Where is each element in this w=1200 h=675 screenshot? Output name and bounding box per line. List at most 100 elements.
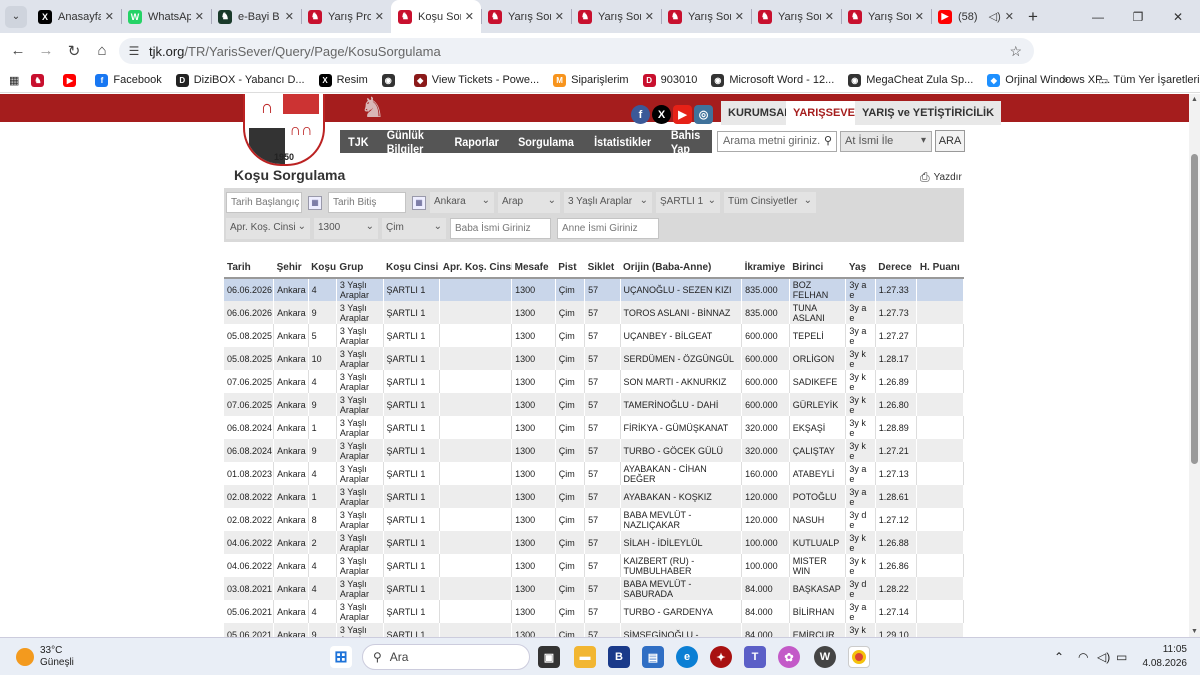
scroll-down-icon[interactable]: ▼ <box>1191 628 1198 635</box>
chrome-icon[interactable] <box>848 646 870 668</box>
wifi-icon[interactable]: ◠ <box>1078 650 1088 664</box>
app-b-icon[interactable]: B <box>608 646 630 668</box>
browser-tab[interactable]: ♞ Yarış Sor ✕ <box>661 0 751 33</box>
table-row[interactable]: 03.08.2021 Ankara 4 3 Yaşlı Araplar ŞARTLI 1… <box>224 577 964 600</box>
scrollbar-thumb[interactable] <box>1191 154 1198 464</box>
bookmark-item[interactable]: ♞ <box>31 73 49 87</box>
bookmark-item[interactable]: ◉ MegaCheat Zula Sp... <box>848 73 973 87</box>
column-header[interactable]: Şehir <box>273 258 309 279</box>
group-select[interactable]: 3 Yaşlı Araplar ⌄ <box>564 192 652 213</box>
reload-button[interactable]: ↻ <box>60 42 88 60</box>
browser-tab[interactable]: ♞ Yarış Sor ✕ <box>751 0 841 33</box>
table-row[interactable]: 05.06.2021Ankara93 Yaşlı AraplarŞARTLI 1… <box>224 623 964 637</box>
bookmark-item[interactable]: X Resim <box>318 73 368 87</box>
date-start-input[interactable]: Tarih Başlangıç <box>226 192 302 213</box>
column-header[interactable]: İkramiye <box>741 258 790 279</box>
column-header[interactable]: Grup <box>336 258 384 279</box>
volume-icon[interactable]: ◁) <box>1097 650 1110 664</box>
game-app-icon[interactable]: ✦ <box>710 646 732 668</box>
bookmark-item[interactable]: ◆ Orjinal Windows XP... <box>987 73 1110 87</box>
breed-select[interactable]: Arap ⌄ <box>498 192 560 213</box>
taskbar-search[interactable]: ⚲ Ara <box>362 644 530 670</box>
address-bar[interactable]: ☰ tjk.org/TR/YarisSever/Query/Page/KosuS… <box>119 38 1034 64</box>
print-button[interactable]: ⎙ Yazdır <box>920 170 962 185</box>
table-row[interactable]: 05.06.2021 Ankara 4 3 Yaşlı Araplar ŞARTLI 1… <box>224 600 964 623</box>
bookmark-item[interactable]: D 903010 <box>642 73 697 87</box>
table-row[interactable]: 02.08.2022 Ankara 8 3 Yaşlı Araplar ŞARTLI 1… <box>224 508 964 531</box>
close-tab-icon[interactable]: ✕ <box>375 10 384 23</box>
scroll-up-icon[interactable]: ▲ <box>1191 96 1198 103</box>
close-tab-icon[interactable]: ✕ <box>915 10 924 23</box>
column-header[interactable]: Koşu Cinsi <box>383 258 440 279</box>
table-row[interactable]: 06.06.2026 Ankara 4 3 Yaşlı Araplar ŞARTLI 1… <box>224 278 964 301</box>
close-tab-icon[interactable]: ✕ <box>285 10 294 23</box>
back-button[interactable]: ← <box>4 42 32 59</box>
browser-tab[interactable]: ♞ e-Bayi B ✕ <box>211 0 301 33</box>
race-type-select[interactable]: ŞARTLI 1 ⌄ <box>656 192 720 213</box>
table-row[interactable]: 05.08.2025 Ankara 10 3 Yaşlı Araplar ŞARTLI … <box>224 347 964 370</box>
site-search-input[interactable]: Arama metni giriniz. ⚲ <box>717 131 837 152</box>
browser-tab[interactable]: ♞ Yarış Sor ✕ <box>841 0 931 33</box>
browser-tab[interactable]: W WhatsApp ✕ <box>121 0 211 33</box>
browser-tab[interactable]: X Anasayfa ✕ <box>31 0 121 33</box>
all-bookmarks-folder[interactable]: ▭ Tüm Yer İşaretleri <box>1098 74 1200 87</box>
windows-start-icon[interactable]: ⊞ <box>330 646 352 668</box>
bookmark-item[interactable]: D DiziBOX - Yabancı D... <box>175 73 305 87</box>
column-header[interactable]: Orijin (Baba-Anne) <box>620 258 742 279</box>
audio-icon[interactable]: ◁) <box>989 10 1001 23</box>
close-tab-icon[interactable]: ✕ <box>105 10 114 23</box>
facebook-icon[interactable]: f <box>631 105 650 124</box>
column-header[interactable]: Derece <box>875 258 917 279</box>
column-header[interactable]: Apr. Koş. Cinsi <box>439 258 512 279</box>
column-header[interactable]: Tarih <box>224 258 274 279</box>
column-header[interactable]: Birinci <box>789 258 846 279</box>
chevron-up-icon[interactable]: ⌃ <box>1054 650 1064 664</box>
close-window-button[interactable]: ✕ <box>1158 0 1198 33</box>
file-explorer-icon[interactable]: ▬ <box>574 646 596 668</box>
close-tab-icon[interactable]: ✕ <box>555 10 564 23</box>
weather-widget[interactable]: 33°C Güneşli <box>16 645 74 669</box>
table-row[interactable]: 05.08.2025 Ankara 5 3 Yaşlı Araplar ŞARTLI 1… <box>224 324 964 347</box>
minimize-button[interactable]: — <box>1078 0 1118 33</box>
home-button[interactable]: ⌂ <box>88 42 116 59</box>
teams-icon[interactable]: T <box>744 646 766 668</box>
close-tab-icon[interactable]: ✕ <box>1005 10 1014 23</box>
calendar-icon[interactable]: ▦ <box>308 196 322 210</box>
bookmarks-overflow-button[interactable]: » <box>1062 74 1068 86</box>
close-tab-icon[interactable]: ✕ <box>645 10 654 23</box>
table-row[interactable]: 02.08.2022 Ankara 1 3 Yaşlı Araplar ŞARTLI 1… <box>224 485 964 508</box>
tab-yaris-ve-yetistiricilik[interactable]: YARIŞ ve YETİŞTİRİCİLİK <box>855 101 1002 125</box>
youtube-icon[interactable]: ▶ <box>673 105 692 124</box>
menu-item-bahis-yap[interactable]: Bahis Yap <box>664 128 709 156</box>
site-info-icon[interactable]: ☰ <box>119 44 149 58</box>
task-view-icon[interactable]: ▣ <box>538 646 560 668</box>
system-clock[interactable]: 11:05 4.08.2026 <box>1127 643 1188 671</box>
tab-search-button[interactable]: ⌄ <box>5 5 27 28</box>
table-row[interactable]: 04.06.2022 Ankara 4 3 Yaşlı Araplar ŞARTLI 1… <box>224 554 964 577</box>
close-tab-icon[interactable]: ✕ <box>465 10 474 23</box>
tjk-logo[interactable]: ∩ ∩∩ 1950 <box>243 94 325 166</box>
menu-item-istatistikler[interactable]: İstatistikler <box>588 135 658 149</box>
menu-item-tjk[interactable]: TJK <box>342 135 375 149</box>
apr-race-type-select[interactable]: Apr. Koş. Cinsi ⌄ <box>226 218 310 239</box>
browser-tab[interactable]: ♞ Koşu Sor ✕ <box>391 0 481 33</box>
browser-tab[interactable]: ♞ Yarış Sor ✕ <box>481 0 571 33</box>
dam-name-input[interactable]: Anne İsmi Giriniz <box>557 218 659 239</box>
table-row[interactable]: 06.06.2026 Ankara 9 3 Yaşlı Araplar ŞARTLI 1… <box>224 301 964 324</box>
column-header[interactable]: Koşu <box>308 258 337 279</box>
column-header[interactable]: Yaş <box>845 258 876 279</box>
menu-item-gunluk-bilgiler[interactable]: Günlük Bilgiler <box>380 128 441 156</box>
bookmark-item[interactable]: ◉ Microsoft Word - 12... <box>711 73 834 87</box>
edge-icon[interactable]: e <box>676 646 698 668</box>
table-row[interactable]: 07.06.2025 Ankara 9 3 Yaşlı Araplar ŞARTLI 1… <box>224 393 964 416</box>
bookmark-item[interactable]: M Siparişlerim <box>553 73 629 87</box>
close-tab-icon[interactable]: ✕ <box>735 10 744 23</box>
instagram-icon[interactable]: ◎ <box>694 105 713 124</box>
forward-button[interactable]: → <box>32 42 60 59</box>
column-header[interactable]: H. Puanı <box>916 258 964 279</box>
column-header[interactable]: Siklet <box>584 258 621 279</box>
column-header[interactable]: Mesafe <box>511 258 556 279</box>
page-scrollbar[interactable]: ▲ ▼ <box>1189 94 1200 637</box>
column-header[interactable]: Pist <box>555 258 585 279</box>
app-w-icon[interactable]: W <box>814 646 836 668</box>
